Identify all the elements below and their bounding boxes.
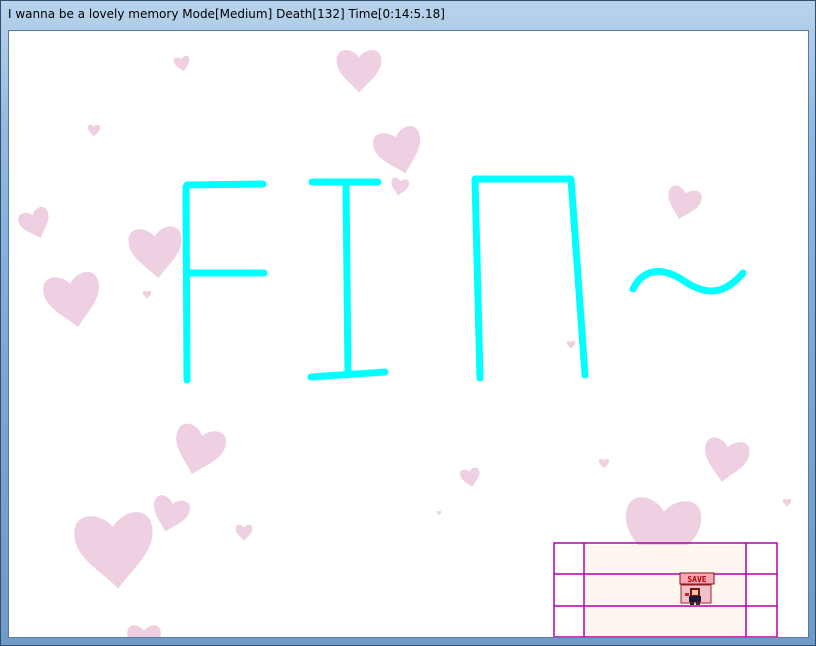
letter-f: [182, 180, 268, 384]
heart-icon: [336, 49, 382, 93]
heart-icon: [370, 123, 429, 180]
heart-icon: [142, 290, 152, 299]
heart-icon: [147, 493, 192, 537]
heart-icon: [699, 436, 752, 486]
heart-icon: [459, 466, 482, 489]
heart-icon: [127, 625, 161, 637]
heart-icon: [16, 205, 56, 244]
heart-icon: [173, 55, 192, 73]
heart-icon: [87, 124, 101, 137]
heart-icon: [127, 225, 185, 281]
game-scene: SAVE: [16, 49, 792, 637]
game-window: I wanna be a lovely memory Mode[Medium] …: [0, 0, 816, 646]
tilde: [629, 268, 747, 295]
platform-grid: SAVE: [553, 542, 778, 637]
heart-icon: [167, 421, 229, 481]
heart-icon: [436, 510, 442, 516]
heart-icon: [662, 183, 704, 224]
heart-icon: [235, 524, 253, 541]
game-canvas[interactable]: SAVE: [8, 30, 809, 638]
heart-icon: [389, 177, 410, 197]
save-label: SAVE: [687, 575, 706, 584]
letter-i: [307, 178, 389, 381]
heart-icon: [41, 269, 106, 333]
ending-text-graphic: [182, 175, 747, 384]
heart-icon: [598, 458, 610, 469]
heart-icon: [782, 498, 792, 507]
window-titlebar[interactable]: I wanna be a lovely memory Mode[Medium] …: [1, 1, 815, 30]
window-title: I wanna be a lovely memory Mode[Medium] …: [8, 7, 445, 21]
heart-icon: [566, 340, 576, 349]
heart-icon: [72, 510, 158, 592]
letter-n: [471, 175, 589, 382]
